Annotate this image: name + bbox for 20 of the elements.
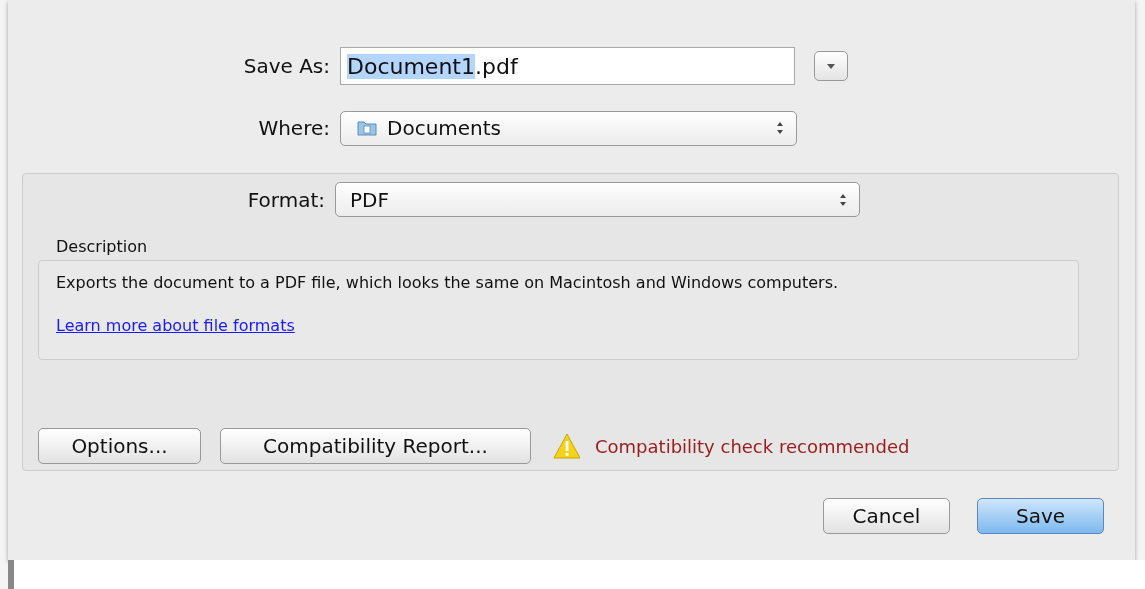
up-down-arrows-icon xyxy=(776,121,784,135)
description-text: Exports the document to a PDF file, which looks the same on Macintosh and Windows computers. xyxy=(56,273,840,292)
save-as-label: Save As: xyxy=(242,54,331,78)
option-button[interactable]: Options... xyxy=(38,428,201,464)
folder-icon xyxy=(357,120,377,136)
warning-icon xyxy=(552,432,582,460)
save-button[interactable]: Save xyxy=(977,498,1104,534)
format-label: Format: xyxy=(246,187,326,212)
description-label: Description xyxy=(56,237,149,256)
cancel-button[interactable]: Cancel xyxy=(823,498,950,534)
format-popup[interactable]: PDF xyxy=(335,182,860,217)
where-label: Where: xyxy=(257,116,331,140)
save-as-field[interactable]: Document1.pdf xyxy=(340,47,795,85)
up-down-arrows-icon xyxy=(839,192,847,207)
expand-button[interactable] xyxy=(814,51,848,81)
warning-text: Compatibility check recommended xyxy=(595,435,910,457)
option-button[interactable]: Compatibility Report... xyxy=(220,428,531,464)
learn-more-link[interactable]: Learn more about file formats xyxy=(56,316,295,335)
where-popup[interactable]: Documents xyxy=(340,110,797,146)
triangle-down-icon xyxy=(826,62,836,70)
